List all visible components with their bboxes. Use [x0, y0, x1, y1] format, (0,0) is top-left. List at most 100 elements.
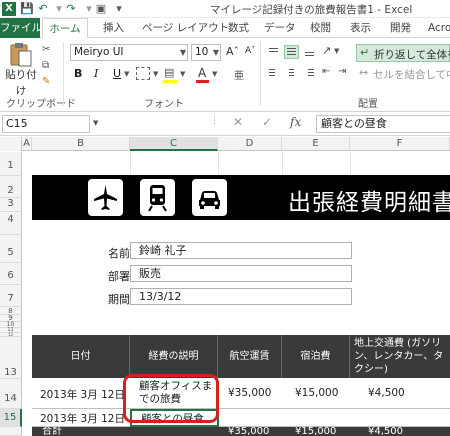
- banner-title: 出張経費明細書: [288, 190, 450, 216]
- italic-button[interactable]: I: [94, 67, 98, 80]
- row-header-13[interactable]: 13: [0, 337, 22, 379]
- font-color-icon[interactable]: A: [198, 66, 206, 80]
- header-description: 経費の説明: [130, 335, 218, 378]
- table-cell-airfare[interactable]: ¥35,000: [228, 387, 271, 399]
- tab-data[interactable]: データ: [264, 18, 296, 38]
- table-cell-date[interactable]: 2013年 3月 12日: [40, 411, 125, 426]
- excel-logo-icon: X: [2, 2, 16, 16]
- formula-bar-grip: ⋮: [210, 116, 219, 126]
- tab-insert[interactable]: 挿入: [103, 18, 124, 38]
- customize-icon[interactable]: ▾: [112, 2, 126, 16]
- font-color-swatch: [196, 80, 209, 83]
- tab-developer[interactable]: 開発: [390, 18, 411, 38]
- tab-acrobat[interactable]: Acro: [428, 18, 450, 38]
- print-preview-icon[interactable]: ▣: [94, 2, 108, 16]
- font-name-combo[interactable]: Meiryo UI ▼: [70, 44, 188, 61]
- table-cell-lodging[interactable]: ¥15,000: [295, 387, 338, 399]
- column-header-b[interactable]: B: [32, 137, 130, 151]
- ribbon-separator: [63, 42, 64, 106]
- wrap-text-button[interactable]: ↵ 折り返して全体を表: [356, 44, 450, 62]
- header-airfare: 航空運賃: [218, 335, 282, 378]
- copy-icon[interactable]: ⧉: [42, 60, 49, 71]
- row-header-2[interactable]: 2: [0, 176, 22, 198]
- font-group-label: フォント: [144, 99, 184, 110]
- save-icon[interactable]: 💾: [20, 2, 34, 16]
- merge-cells-icon: ↔: [359, 66, 369, 79]
- row-header-15[interactable]: 15: [0, 409, 22, 427]
- bold-button[interactable]: B: [74, 67, 82, 80]
- chevron-down-icon[interactable]: ▼: [153, 70, 158, 78]
- grid-line: [130, 152, 131, 175]
- grid-line: [350, 152, 351, 175]
- row-header-16[interactable]: [0, 427, 22, 436]
- align-left-button[interactable]: [266, 66, 281, 80]
- column-header-f[interactable]: F: [350, 137, 450, 151]
- grid-line: [218, 152, 219, 175]
- chevron-down-icon[interactable]: ▼: [180, 70, 185, 78]
- chevron-down-icon[interactable]: ▼: [124, 70, 129, 78]
- row-header-5[interactable]: 5: [0, 235, 22, 263]
- ribbon-separator: [260, 42, 261, 106]
- tab-page-layout[interactable]: ページ レイアウト: [142, 18, 229, 38]
- total-ground: ¥4,500: [368, 426, 403, 436]
- cancel-icon[interactable]: ✕: [233, 115, 243, 129]
- chevron-down-icon[interactable]: ▼: [93, 119, 98, 127]
- format-painter-icon[interactable]: ✎: [42, 76, 50, 87]
- period-field[interactable]: 13/3/12: [130, 288, 352, 305]
- column-header-d[interactable]: D: [218, 137, 282, 151]
- wrap-text-icon: ↵: [360, 46, 370, 59]
- chevron-down-icon: ▼: [179, 48, 186, 57]
- grow-font-icon[interactable]: Aˆ: [226, 45, 239, 58]
- align-bottom-button[interactable]: [302, 45, 317, 59]
- column-header-a[interactable]: A: [22, 137, 32, 151]
- shrink-font-icon[interactable]: Aˇ: [245, 46, 256, 56]
- borders-icon[interactable]: [136, 67, 150, 80]
- row-header-7[interactable]: 7: [0, 285, 22, 307]
- tab-file[interactable]: ファイル: [0, 18, 42, 38]
- row-header-1[interactable]: 1: [0, 152, 22, 176]
- increase-indent-icon[interactable]: ⇥: [338, 66, 346, 77]
- fill-color-icon[interactable]: ▤: [164, 66, 174, 79]
- align-middle-button[interactable]: [284, 45, 299, 59]
- table-cell-date[interactable]: 2013年 3月 12日: [40, 387, 125, 402]
- department-label: 部署: [108, 270, 130, 283]
- row-header-3[interactable]: 3: [0, 198, 22, 212]
- insert-function-icon[interactable]: fx: [290, 115, 301, 129]
- enter-icon[interactable]: ✓: [262, 115, 272, 129]
- row-header-14[interactable]: 14: [0, 379, 22, 409]
- department-field[interactable]: 販売: [130, 265, 352, 282]
- tab-formulas[interactable]: 数式: [228, 18, 249, 38]
- paste-icon[interactable]: [6, 42, 36, 68]
- row-header-4[interactable]: 4: [0, 212, 22, 235]
- align-top-button[interactable]: [266, 45, 281, 59]
- select-all-corner[interactable]: [0, 137, 22, 151]
- row-divider: [32, 408, 450, 409]
- tab-review[interactable]: 校閲: [310, 18, 331, 38]
- merge-center-button[interactable]: ↔ セルを結合して中: [356, 66, 450, 83]
- name-field[interactable]: 鈴崎 礼子: [130, 242, 352, 259]
- name-box[interactable]: C15: [2, 115, 90, 133]
- column-header-e[interactable]: E: [282, 137, 350, 151]
- header-ground-transport: 地上交通費 (ガソリン、レンタカー、タクシー): [354, 338, 444, 375]
- redo-icon[interactable]: ↷: [64, 2, 78, 16]
- cut-icon[interactable]: ✂: [42, 44, 50, 55]
- table-cell-ground[interactable]: ¥4,500: [368, 387, 405, 399]
- chevron-down-icon[interactable]: ▼: [334, 47, 339, 55]
- chevron-down-icon[interactable]: ▼: [212, 70, 217, 78]
- header-date: 日付: [32, 335, 130, 378]
- align-right-button[interactable]: [302, 66, 317, 80]
- align-center-button[interactable]: [284, 66, 299, 80]
- phonetic-guide-icon[interactable]: 亜: [234, 67, 244, 82]
- underline-button[interactable]: U: [113, 67, 121, 80]
- tab-home[interactable]: ホーム: [42, 18, 88, 39]
- clipboard-group-label: クリップボード: [6, 99, 76, 110]
- tab-view[interactable]: 表示: [350, 18, 371, 38]
- orientation-icon[interactable]: ↗: [322, 44, 331, 57]
- formula-input[interactable]: 顧客との昼食: [316, 115, 450, 133]
- train-icon: [138, 177, 177, 218]
- font-size-combo[interactable]: 10 ▼: [191, 44, 221, 61]
- column-header-c[interactable]: C: [130, 137, 218, 151]
- undo-icon[interactable]: ↶: [36, 2, 50, 16]
- decrease-indent-icon[interactable]: ⇤: [322, 66, 330, 77]
- row-header-6[interactable]: 6: [0, 263, 22, 285]
